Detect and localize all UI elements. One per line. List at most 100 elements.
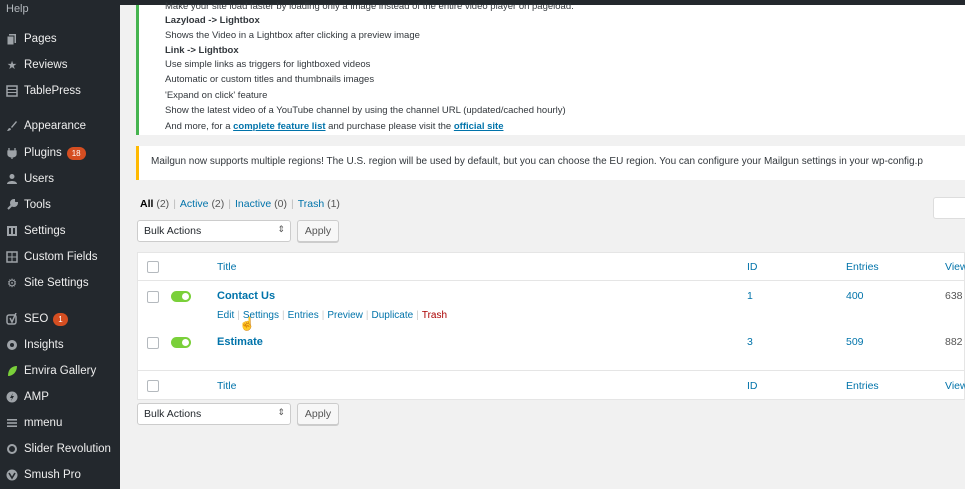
sidebar-item-label: Users — [24, 173, 55, 185]
forms-table: Title ID Entries View Contact Us 1 400 6… — [137, 252, 965, 400]
gear-icon: ⚙ — [6, 278, 18, 290]
bulk-actions-select-top[interactable]: Bulk Actions ⇕ — [137, 220, 291, 242]
select-all-checkbox[interactable] — [147, 261, 159, 273]
sidebar-item-slider-revolution[interactable]: Slider Revolution — [0, 437, 120, 461]
duplicate-link[interactable]: Duplicate — [372, 310, 414, 321]
info-text: And more, for a — [165, 121, 234, 132]
info-heading: Link -> Lightbox — [165, 45, 239, 56]
trash-link[interactable]: Trash — [422, 310, 447, 321]
column-entries[interactable]: Entries — [846, 261, 879, 273]
column-id-footer[interactable]: ID — [747, 380, 758, 392]
form-active-toggle[interactable] — [171, 337, 191, 348]
filter-all[interactable]: All — [140, 198, 153, 210]
mailgun-notice: Mailgun now supports multiple regions! T… — [136, 146, 965, 180]
info-line: And more, for a complete feature list an… — [165, 121, 503, 132]
sidebar-item-label: Site Settings — [24, 277, 89, 289]
sidebar-item-label: SEO — [24, 313, 49, 325]
sidebar-item-tools[interactable]: Tools — [0, 193, 120, 217]
filter-trash-count: (1) — [327, 198, 340, 210]
sidebar-item-reviews[interactable]: ★ Reviews — [0, 53, 120, 77]
sidebar-item-label: Custom Fields — [24, 251, 98, 263]
sidebar-item-seo[interactable]: SEO 1 — [0, 307, 120, 331]
wrench-icon — [0, 199, 24, 211]
column-entries-footer[interactable]: Entries — [846, 380, 879, 392]
sidebar-item-settings[interactable]: Settings — [0, 219, 120, 243]
pages-icon — [0, 33, 24, 45]
sidebar-item-label: Tools — [24, 199, 51, 211]
sidebar-item-custom-fields[interactable]: Custom Fields — [0, 245, 120, 269]
form-id[interactable]: 3 — [747, 336, 753, 348]
select-all-checkbox-footer[interactable] — [147, 380, 159, 392]
menu-icon — [0, 417, 24, 429]
row-checkbox[interactable] — [147, 291, 159, 303]
bulk-actions-value: Bulk Actions — [144, 408, 202, 420]
form-id[interactable]: 1 — [747, 290, 753, 302]
info-heading: Lazyload -> Lightbox — [165, 15, 260, 26]
hand-cursor-icon: ☝ — [239, 316, 256, 331]
official-site-link[interactable]: official site — [454, 121, 504, 132]
column-views[interactable]: View — [945, 261, 965, 273]
sidebar-item-envira-gallery[interactable]: Envira Gallery — [0, 359, 120, 383]
info-line: Use simple links as triggers for lightbo… — [165, 59, 371, 70]
sidebar-item-pages[interactable]: Pages — [0, 27, 120, 51]
sidebar-item-plugins[interactable]: Plugins 18 — [0, 141, 120, 165]
filter-all-count: (2) — [156, 198, 170, 210]
sidebar-item-help[interactable]: Help — [6, 3, 29, 15]
plugins-update-badge: 18 — [66, 146, 86, 160]
info-line: Shows the Video in a Lightbox after clic… — [165, 30, 420, 41]
sidebar-item-mmenu[interactable]: mmenu — [0, 411, 120, 435]
sidebar-item-amp[interactable]: AMP — [0, 385, 120, 409]
column-id[interactable]: ID — [747, 261, 758, 273]
edit-link[interactable]: Edit — [217, 310, 234, 321]
table-icon — [0, 85, 24, 97]
sidebar-item-appearance[interactable]: Appearance — [0, 114, 120, 138]
sidebar-item-tablepress[interactable]: TablePress — [0, 79, 120, 103]
sidebar-item-site-settings[interactable]: ⚙ Site Settings — [0, 271, 120, 295]
row-checkbox[interactable] — [147, 337, 159, 349]
sidebar-item-smush-pro[interactable]: Smush Pro — [0, 463, 120, 487]
notice-text: Mailgun now supports multiple regions! T… — [151, 156, 923, 167]
select-arrows-icon: ⇕ — [277, 407, 285, 417]
apply-button-bottom[interactable]: Apply — [297, 403, 339, 425]
filter-active[interactable]: Active — [180, 198, 209, 210]
feature-list-link[interactable]: complete feature list — [233, 121, 325, 132]
apply-button-top[interactable]: Apply — [297, 220, 339, 242]
leaf-icon — [0, 365, 24, 377]
form-title-link[interactable]: Contact Us — [217, 290, 275, 302]
column-views-footer[interactable]: View — [945, 380, 965, 392]
info-line: 'Expand on click' feature — [165, 90, 268, 101]
form-views: 882 — [945, 336, 963, 348]
column-title-footer[interactable]: Title — [217, 380, 236, 392]
sidebar-item-label: Pages — [24, 33, 57, 45]
column-title[interactable]: Title — [217, 261, 236, 273]
sidebar-item-users[interactable]: Users — [0, 167, 120, 191]
preview-link[interactable]: Preview — [327, 310, 363, 321]
sidebar-item-label: mmenu — [24, 417, 63, 429]
form-entries[interactable]: 509 — [846, 336, 864, 348]
info-line: Make your site load faster by loading on… — [165, 1, 574, 12]
star-icon: ★ — [6, 60, 18, 72]
entries-link[interactable]: Entries — [288, 310, 319, 321]
filter-trash[interactable]: Trash — [298, 198, 324, 210]
bulk-actions-select-bottom[interactable]: Bulk Actions ⇕ — [137, 403, 291, 425]
grid-icon — [0, 251, 24, 263]
yoast-icon — [0, 313, 24, 325]
sidebar-item-label: Slider Revolution — [24, 443, 111, 455]
filter-separator: | — [228, 198, 232, 210]
sidebar-item-insights[interactable]: Insights — [0, 333, 120, 357]
form-title-link[interactable]: Estimate — [217, 336, 263, 348]
sidebar-item-label: AMP — [24, 391, 49, 403]
form-entries[interactable]: 400 — [846, 290, 864, 302]
info-text: and purchase please visit the — [325, 121, 454, 132]
filter-inactive[interactable]: Inactive — [235, 198, 271, 210]
search-input[interactable] — [933, 197, 965, 219]
form-active-toggle[interactable] — [171, 291, 191, 302]
filter-active-count: (2) — [211, 198, 225, 210]
info-line: Show the latest video of a YouTube chann… — [165, 105, 566, 116]
brush-icon — [0, 120, 24, 132]
select-arrows-icon: ⇕ — [277, 224, 285, 234]
filter-separator: | — [290, 198, 294, 210]
divider — [138, 280, 965, 281]
sidebar-item-label: Reviews — [24, 59, 68, 71]
admin-sidebar: Help Pages ★ Reviews TablePress Appearan… — [0, 0, 120, 489]
